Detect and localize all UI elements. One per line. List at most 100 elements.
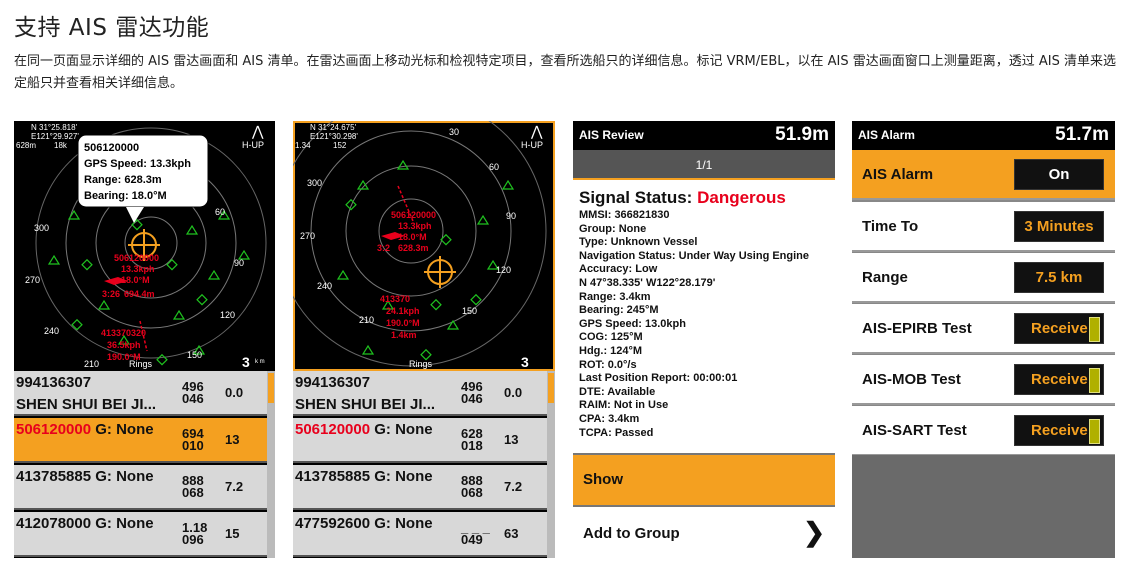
svg-text:413370: 413370 bbox=[380, 294, 410, 304]
show-button[interactable]: Show bbox=[573, 455, 835, 505]
screen-header: AIS Alarm 51.7m bbox=[852, 121, 1115, 150]
radar-view[interactable]: N 31°24.675' E121°30.298' 1.34 152 H-UP … bbox=[293, 121, 555, 371]
bearing-210: 210 bbox=[84, 359, 99, 369]
svg-text:152: 152 bbox=[333, 141, 347, 150]
setting-range[interactable]: Range 7.5 km bbox=[852, 253, 1115, 303]
svg-text:3:26: 3:26 bbox=[102, 289, 120, 299]
list-item[interactable]: 413785885 G: None 888 068 7.2 bbox=[293, 465, 555, 510]
ais-alarm-screen: AIS Alarm 51.7m AIS Alarm On Time To 3 M… bbox=[852, 121, 1115, 558]
ais-list: 994136307 SHEN SHUI BEI JI... 496 046 0.0… bbox=[293, 371, 555, 558]
svg-text:30: 30 bbox=[449, 127, 459, 137]
setting-epirb-test[interactable]: AIS-EPIRB Test Receive bbox=[852, 304, 1115, 354]
list-item[interactable]: 412078000 G: None 1.18 096 15 bbox=[14, 512, 275, 557]
page-title: 支持 AIS 雷达功能 bbox=[14, 15, 210, 41]
north-icon: ⋀ bbox=[530, 123, 543, 139]
radar-view[interactable]: N 31°25.818' E121°29.927' 628m 18k H-UP … bbox=[14, 121, 275, 371]
svg-text:694.4m: 694.4m bbox=[124, 289, 155, 299]
svg-text:628.3m: 628.3m bbox=[398, 243, 429, 253]
svg-text:90: 90 bbox=[506, 211, 516, 221]
list-item[interactable]: 477592600 G: None _ _ _ 049 63 bbox=[293, 512, 555, 557]
scrollbar[interactable] bbox=[547, 371, 555, 558]
svg-text:Bearing: 18.0°M: Bearing: 18.0°M bbox=[84, 190, 167, 202]
svg-text:210: 210 bbox=[359, 315, 374, 325]
detail-lines: MMSI: 366821830 Group: None Type: Unknown… bbox=[579, 209, 810, 439]
scrollbar[interactable] bbox=[267, 371, 275, 558]
svg-text:240: 240 bbox=[317, 281, 332, 291]
value-box: 7.5 km bbox=[1014, 262, 1104, 293]
svg-text:GPS Speed: 13.3kph: GPS Speed: 13.3kph bbox=[84, 158, 191, 170]
svg-text:13.3kph: 13.3kph bbox=[398, 221, 432, 231]
ais-list: 994136307 SHEN SHUI BEI JI... 496 046 0.0… bbox=[14, 371, 275, 558]
bearing-240: 240 bbox=[44, 326, 59, 336]
rings-label: Rings bbox=[129, 359, 153, 369]
svg-text:120: 120 bbox=[496, 265, 511, 275]
list-item[interactable]: 994136307 SHEN SHUI BEI JI... 496 046 0.0 bbox=[14, 371, 275, 416]
coord-lon: E121°29.927' bbox=[31, 132, 79, 141]
ais-review-screen: AIS Review 51.9m 1/1 Signal Status: Dang… bbox=[573, 121, 835, 558]
svg-text:150: 150 bbox=[462, 306, 477, 316]
range-value: 3 bbox=[242, 354, 250, 370]
zoom-label-2: 18k bbox=[54, 141, 68, 150]
bearing-150: 150 bbox=[187, 350, 202, 360]
svg-text:3: 3 bbox=[521, 354, 529, 370]
svg-text:E121°30.298': E121°30.298' bbox=[310, 132, 358, 141]
signal-value: Dangerous bbox=[697, 188, 786, 207]
list-item[interactable]: 413785885 G: None 888 068 7.2 bbox=[14, 465, 275, 510]
setting-ais-alarm[interactable]: AIS Alarm On bbox=[852, 150, 1115, 200]
svg-text:3:2: 3:2 bbox=[377, 243, 390, 253]
svg-text:18.0°M: 18.0°M bbox=[121, 275, 150, 285]
svg-text:H-UP: H-UP bbox=[521, 140, 543, 150]
svg-text:506120000: 506120000 bbox=[391, 210, 436, 220]
target-label-2: 413370320 36.5kph 190.0°M bbox=[101, 328, 146, 362]
svg-text:24.1kph: 24.1kph bbox=[386, 306, 420, 316]
setting-time-to[interactable]: Time To 3 Minutes bbox=[852, 202, 1115, 252]
bearing-120: 120 bbox=[220, 310, 235, 320]
svg-text:1.34: 1.34 bbox=[295, 141, 311, 150]
empty-area bbox=[852, 455, 1115, 558]
svg-text:506120000: 506120000 bbox=[84, 142, 139, 154]
page-description: 在同一页面显示详细的 AIS 雷达画面和 AIS 清单。在雷达画面上移动光标和检… bbox=[14, 54, 1117, 91]
list-item[interactable]: 506120000 G: None 628 018 13 bbox=[293, 418, 555, 463]
screen-title: AIS Review bbox=[579, 128, 644, 142]
bearing-300: 300 bbox=[34, 223, 49, 233]
add-to-group-button[interactable]: Add to Group ❯ bbox=[573, 507, 835, 558]
svg-text:13.3kph: 13.3kph bbox=[121, 264, 155, 274]
receive-toggle: Receive bbox=[1014, 415, 1104, 446]
list-item-selected[interactable]: 506120000 G: None 694 010 13 bbox=[14, 418, 275, 463]
bearing-90: 90 bbox=[234, 258, 244, 268]
header-value: 51.7m bbox=[1055, 124, 1109, 145]
svg-text:270: 270 bbox=[300, 231, 315, 241]
svg-text:N 31°24.675': N 31°24.675' bbox=[310, 123, 357, 132]
toggle-value: On bbox=[1014, 159, 1104, 190]
receive-toggle: Receive bbox=[1014, 313, 1104, 344]
orientation-label: H-UP bbox=[242, 140, 264, 150]
range-unit: k m bbox=[255, 359, 265, 365]
radar-screen-2: N 31°24.675' E121°30.298' 1.34 152 H-UP … bbox=[293, 121, 555, 558]
review-details: Signal Status: Dangerous MMSI: 366821830… bbox=[573, 180, 835, 453]
page-indicator: 1/1 bbox=[573, 150, 835, 180]
list-item[interactable]: 994136307 SHEN SHUI BEI JI... 496 046 0.0 bbox=[293, 371, 555, 416]
setting-sart-test[interactable]: AIS-SART Test Receive bbox=[852, 406, 1115, 456]
svg-text:506120000: 506120000 bbox=[114, 253, 159, 263]
screen-header: AIS Review 51.9m bbox=[573, 121, 835, 150]
svg-text:190.0°M: 190.0°M bbox=[386, 318, 420, 328]
north-icon: ⋀ bbox=[251, 123, 264, 139]
bearing-270: 270 bbox=[25, 275, 40, 285]
svg-text:Rings: Rings bbox=[409, 359, 433, 369]
screen-title: AIS Alarm bbox=[858, 128, 915, 142]
svg-text:60: 60 bbox=[489, 162, 499, 172]
bearing-60: 60 bbox=[215, 207, 225, 217]
svg-text:1.4km: 1.4km bbox=[391, 330, 417, 340]
setting-mob-test[interactable]: AIS-MOB Test Receive bbox=[852, 355, 1115, 405]
svg-text:36.5kph: 36.5kph bbox=[107, 340, 141, 350]
receive-toggle: Receive bbox=[1014, 364, 1104, 395]
svg-text:18.0°M: 18.0°M bbox=[398, 232, 427, 242]
header-value: 51.9m bbox=[775, 124, 829, 145]
svg-text:413370320: 413370320 bbox=[101, 328, 146, 338]
svg-text:300: 300 bbox=[307, 178, 322, 188]
signal-status: Signal Status: Dangerous bbox=[579, 188, 786, 207]
value-box: 3 Minutes bbox=[1014, 211, 1104, 242]
chevron-right-icon: ❯ bbox=[803, 517, 825, 547]
coord-lat: N 31°25.818' bbox=[31, 123, 78, 132]
radar-screen-1: N 31°25.818' E121°29.927' 628m 18k H-UP … bbox=[14, 121, 275, 558]
